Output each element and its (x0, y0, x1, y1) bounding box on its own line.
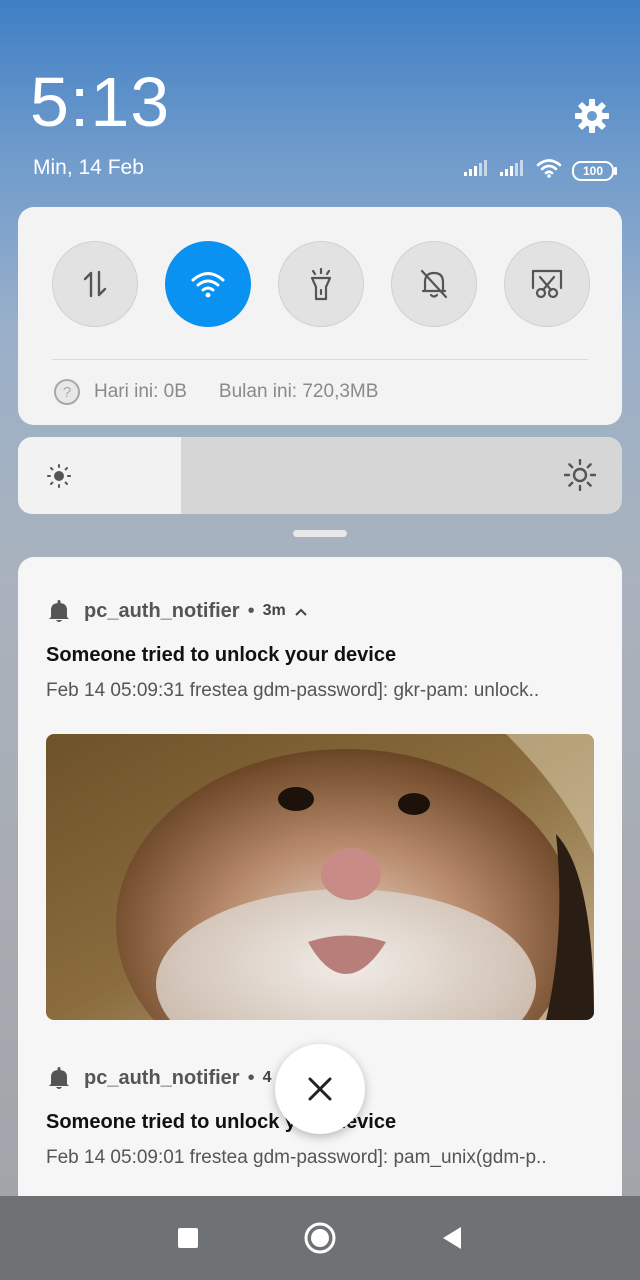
app-name: pc_auth_notifier (84, 599, 240, 622)
brightness-slider[interactable] (18, 437, 622, 514)
clock: 5:13 (30, 63, 171, 141)
signal-icon (464, 160, 490, 181)
divider (52, 359, 588, 360)
brightness-high-icon (563, 458, 597, 496)
back-button[interactable] (432, 1218, 472, 1258)
mute-icon (420, 269, 448, 299)
bell-icon (49, 600, 69, 622)
square-icon (178, 1228, 198, 1248)
screenshot-toggle[interactable] (504, 241, 590, 327)
mobile-data-toggle[interactable] (52, 241, 138, 327)
notification-title: Someone tried to unlock your device (46, 644, 397, 666)
brightness-level (18, 437, 182, 514)
wifi-toggle[interactable] (165, 241, 251, 327)
flashlight-toggle[interactable] (278, 241, 364, 327)
wifi-status-icon (536, 158, 562, 183)
recents-button[interactable] (168, 1218, 208, 1258)
notification-time: 3m (262, 602, 286, 619)
flashlight-icon (310, 267, 332, 301)
quick-settings-panel: ? Hari ini: 0B Bulan ini: 720,3MB (18, 207, 622, 425)
navigation-bar (0, 1196, 640, 1280)
app-name: pc_auth_notifier (84, 1066, 240, 1089)
wifi-icon (191, 272, 225, 298)
data-usage[interactable]: ? Hari ini: 0B Bulan ini: 720,3MB (54, 379, 378, 405)
notification-body: Feb 14 05:09:31 frestea gdm-password]: g… (46, 680, 540, 701)
back-triangle-icon (443, 1227, 461, 1249)
collapse-chevron-icon[interactable] (294, 600, 308, 623)
signal-icon (500, 160, 526, 181)
separator: • (247, 1066, 255, 1089)
home-button[interactable] (300, 1218, 340, 1258)
screenshot-icon (531, 269, 563, 299)
clear-all-button[interactable] (275, 1044, 365, 1134)
silent-toggle[interactable] (391, 241, 477, 327)
month-usage: Bulan ini: 720,3MB (218, 381, 379, 402)
notification-body: Feb 14 05:09:01 frestea gdm-password]: p… (46, 1147, 547, 1168)
bell-icon (49, 1067, 69, 1089)
brightness-low-icon (46, 463, 72, 494)
notification-time: 4 (262, 1069, 272, 1086)
date: Min, 14 Feb (33, 156, 144, 179)
settings-gear-icon[interactable] (572, 96, 612, 136)
help-icon: ? (54, 379, 80, 405)
separator: • (247, 599, 255, 622)
battery-icon: 100 (572, 160, 617, 181)
notification-header: pc_auth_notifier • 4 (48, 1063, 272, 1093)
mobile-data-icon (83, 270, 107, 298)
circle-icon (304, 1222, 336, 1254)
notification-header: pc_auth_notifier • 3m (48, 596, 308, 626)
notification-image (46, 734, 594, 1020)
status-icons: 100 (464, 158, 617, 183)
drag-handle[interactable] (293, 530, 347, 537)
close-icon (308, 1077, 332, 1101)
today-usage: Hari ini: 0B (94, 381, 187, 402)
